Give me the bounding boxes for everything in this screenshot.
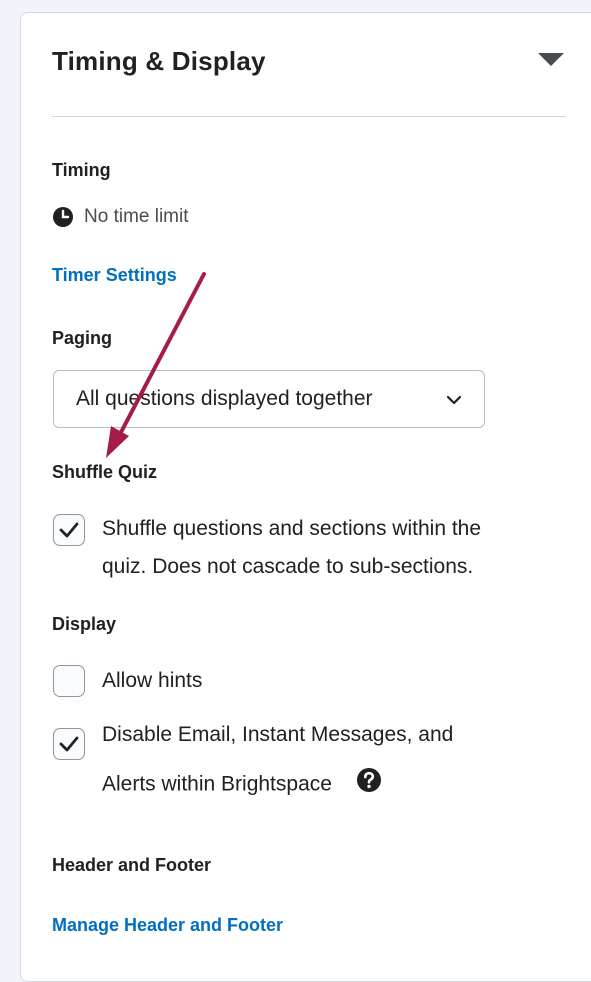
panel-title: Timing & Display xyxy=(52,46,266,76)
paging-select[interactable]: All questions displayed together xyxy=(53,370,485,428)
help-circle-icon[interactable] xyxy=(356,767,382,799)
disable-email-checkbox[interactable] xyxy=(53,728,85,760)
disable-email-label: Disable Email, Instant Messages, and Ale… xyxy=(102,723,453,801)
disable-email-label-line2-row: Alerts within Brightspace xyxy=(102,767,453,801)
disable-email-label-line1: Disable Email, Instant Messages, and xyxy=(102,723,454,746)
shuffle-questions-label-line1: Shuffle questions and sections within th… xyxy=(102,517,482,540)
collapse-toggle-button[interactable] xyxy=(534,50,568,72)
shuffle-questions-checkbox[interactable] xyxy=(53,514,85,546)
clock-icon xyxy=(53,207,73,227)
header-footer-label: Header and Footer xyxy=(52,855,212,875)
chevron-down-icon xyxy=(446,395,462,405)
paging-select-value: All questions displayed together xyxy=(76,387,373,410)
disable-email-label-line2: Alerts within Brightspace xyxy=(102,772,332,796)
timing-status-text: No time limit xyxy=(84,206,189,227)
shuffle-quiz-label: Shuffle Quiz xyxy=(52,462,157,482)
checkmark-icon xyxy=(59,736,79,752)
timing-display-panel xyxy=(20,12,591,982)
caret-down-icon xyxy=(538,53,564,66)
display-label: Display xyxy=(52,614,117,634)
manage-header-footer-link[interactable]: Manage Header and Footer xyxy=(52,915,283,936)
header-divider xyxy=(52,116,566,117)
page-edge xyxy=(0,0,10,966)
timing-label: Timing xyxy=(52,160,111,180)
timing-status: No time limit xyxy=(52,205,189,229)
checkmark-icon xyxy=(59,522,79,538)
paging-label: Paging xyxy=(52,328,113,348)
timer-settings-link[interactable]: Timer Settings xyxy=(52,265,177,286)
allow-hints-checkbox[interactable] xyxy=(53,665,85,697)
shuffle-questions-label-line2: quiz. Does not cascade to sub-sections. xyxy=(102,555,474,578)
allow-hints-label: Allow hints xyxy=(102,669,203,692)
shuffle-questions-label: Shuffle questions and sections within th… xyxy=(102,510,481,586)
